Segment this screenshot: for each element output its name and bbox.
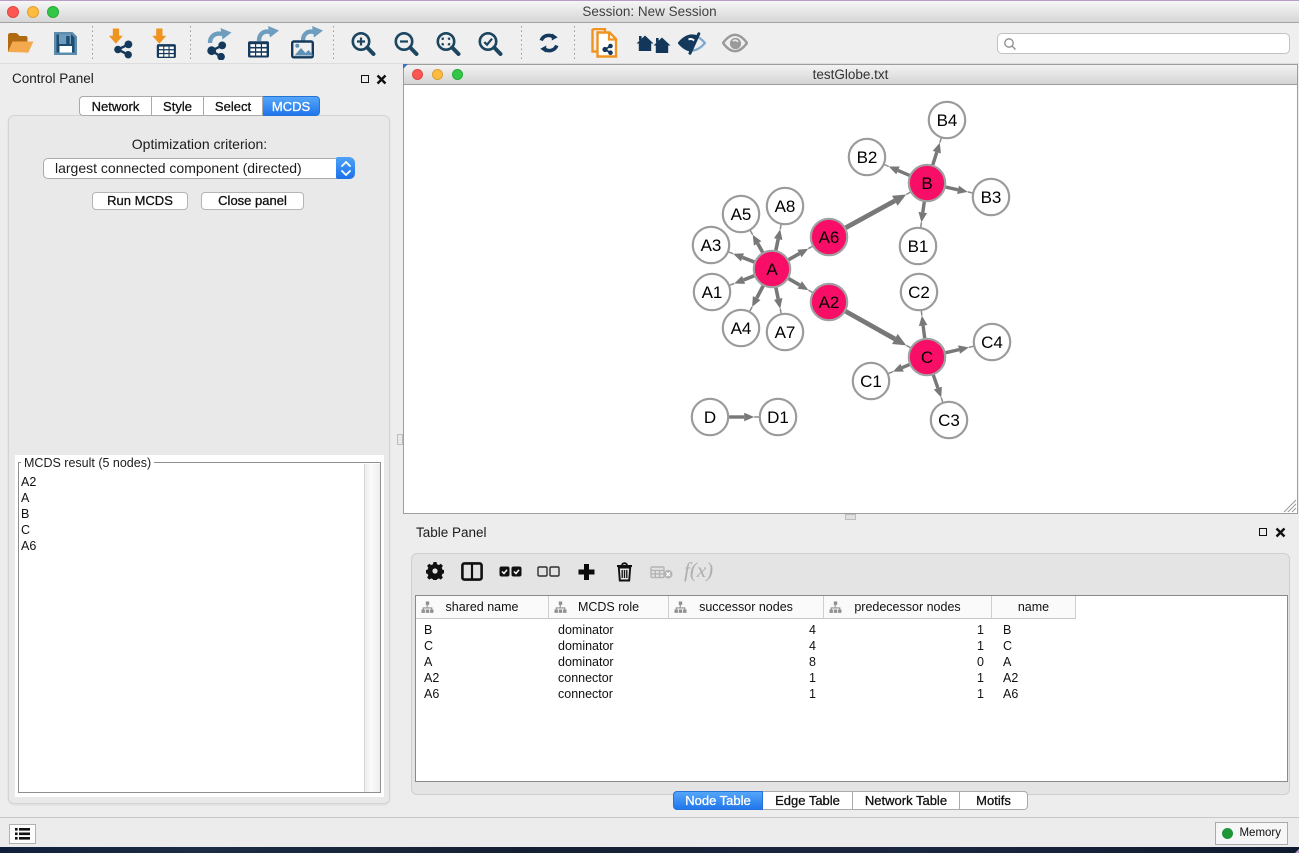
svg-text:C1: C1 [860, 372, 882, 391]
svg-text:B: B [921, 174, 932, 193]
svg-text:D: D [704, 408, 716, 427]
svg-text:B4: B4 [937, 111, 958, 130]
svg-text:A1: A1 [702, 283, 723, 302]
svg-text:A2: A2 [819, 293, 840, 312]
svg-text:A5: A5 [731, 205, 752, 224]
svg-text:C3: C3 [938, 411, 960, 430]
svg-text:A4: A4 [731, 319, 752, 338]
svg-text:A8: A8 [775, 197, 796, 216]
svg-text:A6: A6 [819, 228, 840, 247]
svg-text:A: A [766, 260, 778, 279]
svg-text:B1: B1 [908, 237, 929, 256]
svg-text:C2: C2 [908, 283, 930, 302]
svg-text:C4: C4 [981, 333, 1003, 352]
svg-text:C: C [921, 348, 933, 367]
svg-text:B3: B3 [981, 188, 1002, 207]
svg-text:A3: A3 [701, 236, 722, 255]
svg-text:B2: B2 [857, 148, 878, 167]
svg-text:D1: D1 [767, 408, 789, 427]
svg-text:A7: A7 [775, 323, 796, 342]
